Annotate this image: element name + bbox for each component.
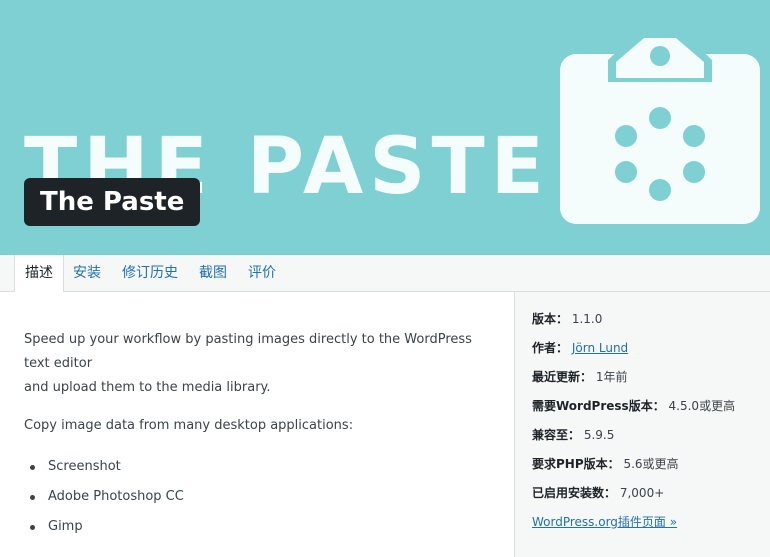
tab-reviews[interactable]: 评价 xyxy=(238,255,286,291)
meta-label: 最近更新： xyxy=(532,370,593,384)
meta-compatible: 兼容至： 5.9.5 xyxy=(532,426,614,443)
meta-label: 要求PHP版本： xyxy=(532,457,620,471)
meta-label: 已启用安装数： xyxy=(532,486,617,500)
meta-label: 兼容至： xyxy=(532,428,581,442)
tab-installation[interactable]: 安装 xyxy=(63,255,111,291)
plugin-title: The Paste xyxy=(24,178,201,226)
tab-changelog[interactable]: 修订历史 xyxy=(112,255,188,291)
plugin-banner: THE PASTE The Paste xyxy=(0,0,770,255)
description-intro-cont: and upload them to the media library. xyxy=(24,380,271,395)
meta-plugin-page: WordPress.org插件页面 » xyxy=(532,513,677,530)
meta-author: 作者： Jörn Lund xyxy=(532,339,628,356)
copy-intro: Copy image data from many desktop applic… xyxy=(24,418,354,433)
meta-php-required: 要求PHP版本： 5.6或更高 xyxy=(532,455,679,472)
meta-last-updated: 最近更新： 1年前 xyxy=(532,368,627,385)
description-intro: Speed up your workflow by pasting images… xyxy=(24,332,472,371)
clipboard-icon xyxy=(560,32,760,224)
plugin-tabs: 描述 安装 修订历史 截图 评价 xyxy=(0,255,770,292)
list-item: Screenshot xyxy=(24,452,184,482)
meta-value: 5.9.5 xyxy=(583,428,615,442)
list-item: Gimp xyxy=(24,512,184,542)
meta-value: 1年前 xyxy=(595,370,628,384)
meta-wp-required: 需要WordPress版本： 4.5.0或更高 xyxy=(532,397,735,414)
meta-value: 7,000+ xyxy=(619,486,665,500)
meta-version: 版本： 1.1.0 xyxy=(532,310,602,327)
plugin-meta-sidebar: 版本： 1.1.0 作者： Jörn Lund 最近更新： 1年前 需要Word… xyxy=(514,292,770,557)
meta-label: 作者： xyxy=(532,341,569,355)
plugin-page-link[interactable]: WordPress.org插件页面 » xyxy=(532,515,677,529)
meta-active-installs: 已启用安装数： 7,000+ xyxy=(532,484,664,501)
description-panel: Speed up your workflow by pasting images… xyxy=(0,292,514,557)
meta-label: 版本： xyxy=(532,312,569,326)
app-list: Screenshot Adobe Photoshop CC Gimp xyxy=(24,452,184,542)
meta-label: 需要WordPress版本： xyxy=(532,399,665,413)
meta-value: 1.1.0 xyxy=(571,312,603,326)
tab-screenshots[interactable]: 截图 xyxy=(189,255,237,291)
meta-value: 5.6或更高 xyxy=(623,457,679,471)
meta-value: 4.5.0或更高 xyxy=(668,399,736,413)
author-link[interactable]: Jörn Lund xyxy=(572,341,628,355)
list-item: Adobe Photoshop CC xyxy=(24,482,184,512)
tab-description[interactable]: 描述 xyxy=(14,255,64,292)
